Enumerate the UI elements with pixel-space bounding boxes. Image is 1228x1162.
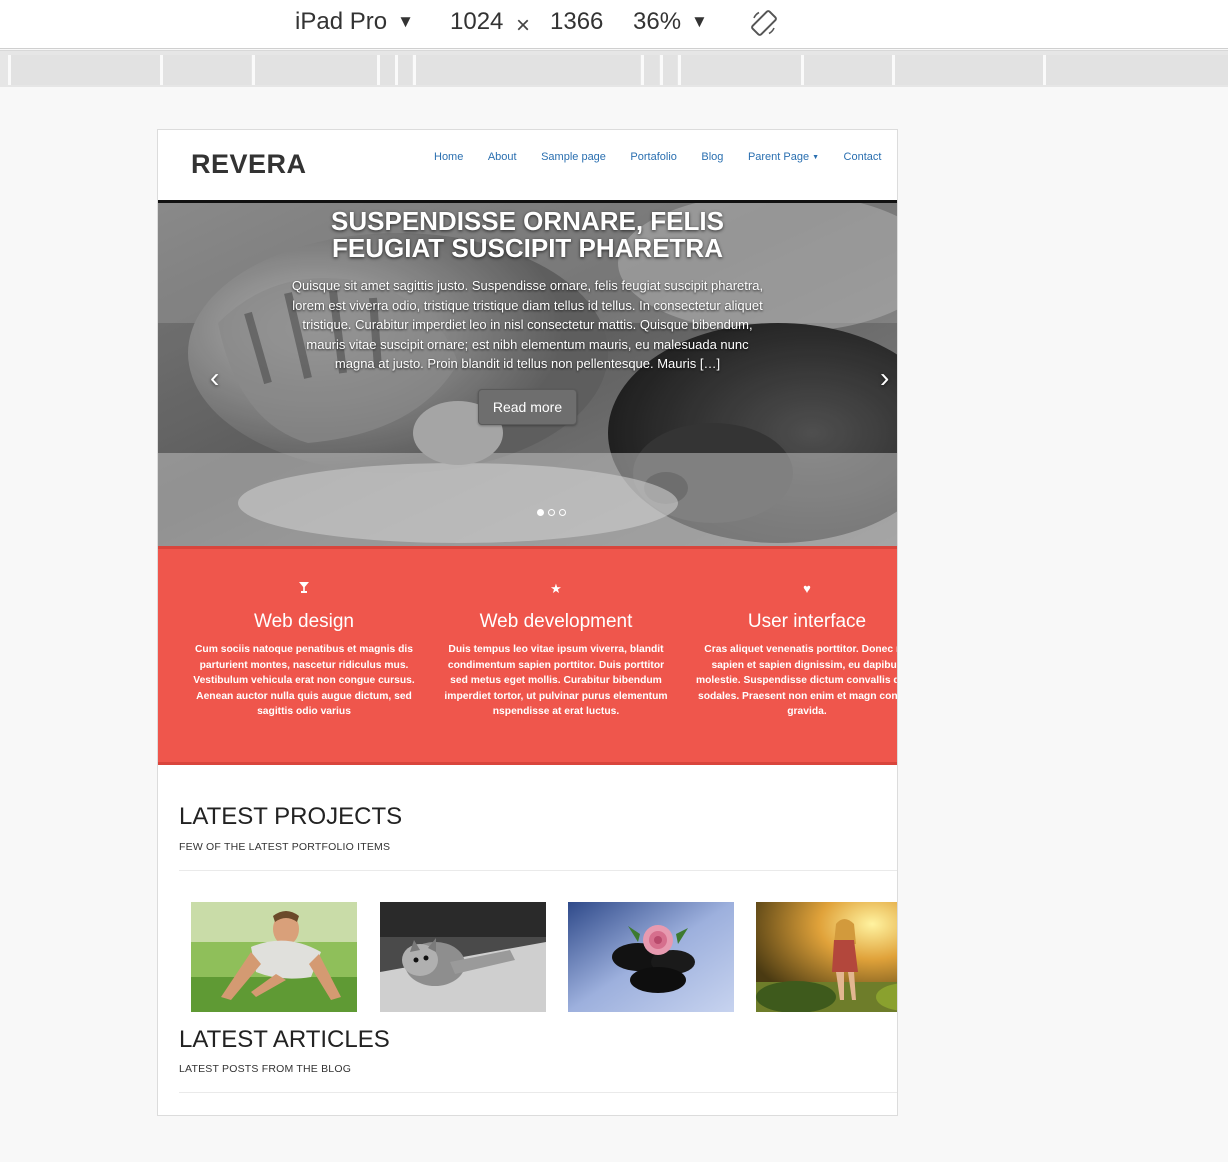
nav-portafolio[interactable]: Portafolio	[630, 151, 676, 163]
slide-text: Quisque sit amet sagittis justo. Suspend…	[291, 278, 764, 371]
nav-home[interactable]: Home	[434, 151, 463, 163]
service-web-design: Web design Cum sociis natoque penatibus …	[188, 581, 420, 720]
height-input[interactable]: 1366	[550, 8, 603, 36]
slide-caption: SUSPENDISSE ORNARE, FELIS FEUGIAT SUSCIP…	[158, 208, 897, 425]
articles-title: LATEST ARTICLES	[179, 1026, 390, 1053]
chevron-left-icon[interactable]: ‹	[210, 363, 219, 393]
service-title: Web design	[254, 611, 354, 632]
service-text: Cras aliquet venenatis porttitor. Donec …	[695, 644, 898, 717]
dropdown-arrow-icon: ▼	[691, 12, 708, 31]
indicator-dot[interactable]	[548, 509, 555, 516]
carousel-indicators	[537, 509, 566, 516]
services-band: Web design Cum sociis natoque penatibus …	[158, 546, 897, 765]
articles-subtitle: LATEST POSTS FROM THE BLOG	[179, 1063, 352, 1075]
service-text: Cum sociis natoque penatibus et magnis d…	[193, 644, 415, 717]
hero-carousel: SUSPENDISSE ORNARE, FELIS FEUGIAT SUSCIP…	[158, 203, 897, 546]
projects-subtitle: FEW OF THE LATEST PORTFOLIO ITEMS	[179, 841, 391, 853]
service-title: Web development	[479, 611, 633, 632]
media-query-bar[interactable]	[0, 50, 1228, 87]
dropdown-arrow-icon: ▼	[397, 12, 414, 31]
service-title: User interface	[747, 611, 867, 632]
chevron-right-icon[interactable]: ›	[880, 363, 889, 393]
service-user-interface: ♥ User interface Cras aliquet venenatis …	[691, 581, 898, 720]
nav-contact[interactable]: Contact	[844, 151, 882, 163]
section-divider	[179, 1092, 897, 1093]
device-select[interactable]: iPad Pro ▼	[295, 8, 414, 36]
times-icon: ×	[516, 12, 531, 39]
main-nav: Home About Sample page Portafolio Blog P…	[434, 151, 881, 163]
device-viewport: REVERA Home About Sample page Portafolio…	[157, 129, 898, 1116]
project-thumbnail[interactable]	[568, 902, 734, 1012]
heart-icon: ♥	[803, 581, 811, 596]
service-web-development: ★ Web development Duis tempus leo vitae …	[440, 581, 672, 720]
device-toolbar: iPad Pro ▼ 1024 × 1366 36% ▼	[0, 0, 1228, 49]
project-thumbnail[interactable]	[380, 902, 546, 1012]
projects-title: LATEST PROJECTS	[179, 803, 403, 830]
site-header: REVERA Home About Sample page Portafolio…	[158, 130, 897, 200]
indicator-dot[interactable]	[537, 509, 544, 516]
service-text: Duis tempus leo vitae ipsum viverra, bla…	[444, 644, 668, 717]
caret-down-icon: ▼	[812, 154, 820, 161]
nav-sample-page[interactable]: Sample page	[541, 151, 606, 163]
nav-about[interactable]: About	[488, 151, 517, 163]
slide-title: SUSPENDISSE ORNARE, FELIS FEUGIAT SUSCIP…	[331, 206, 724, 263]
star-icon: ★	[550, 581, 562, 596]
read-more-button[interactable]: Read more	[477, 388, 578, 425]
project-thumbnail[interactable]	[191, 902, 357, 1012]
project-thumbnail[interactable]	[756, 902, 897, 1012]
nav-blog[interactable]: Blog	[701, 151, 723, 163]
zoom-select[interactable]: 36% ▼	[633, 8, 708, 36]
indicator-dot[interactable]	[559, 509, 566, 516]
site-logo[interactable]: REVERA	[191, 149, 307, 180]
rotate-icon[interactable]	[750, 9, 778, 44]
width-input[interactable]: 1024	[450, 8, 503, 36]
nav-parent-page[interactable]: Parent Page ▼	[748, 151, 819, 163]
section-divider	[179, 870, 897, 871]
glass-icon	[188, 581, 420, 597]
